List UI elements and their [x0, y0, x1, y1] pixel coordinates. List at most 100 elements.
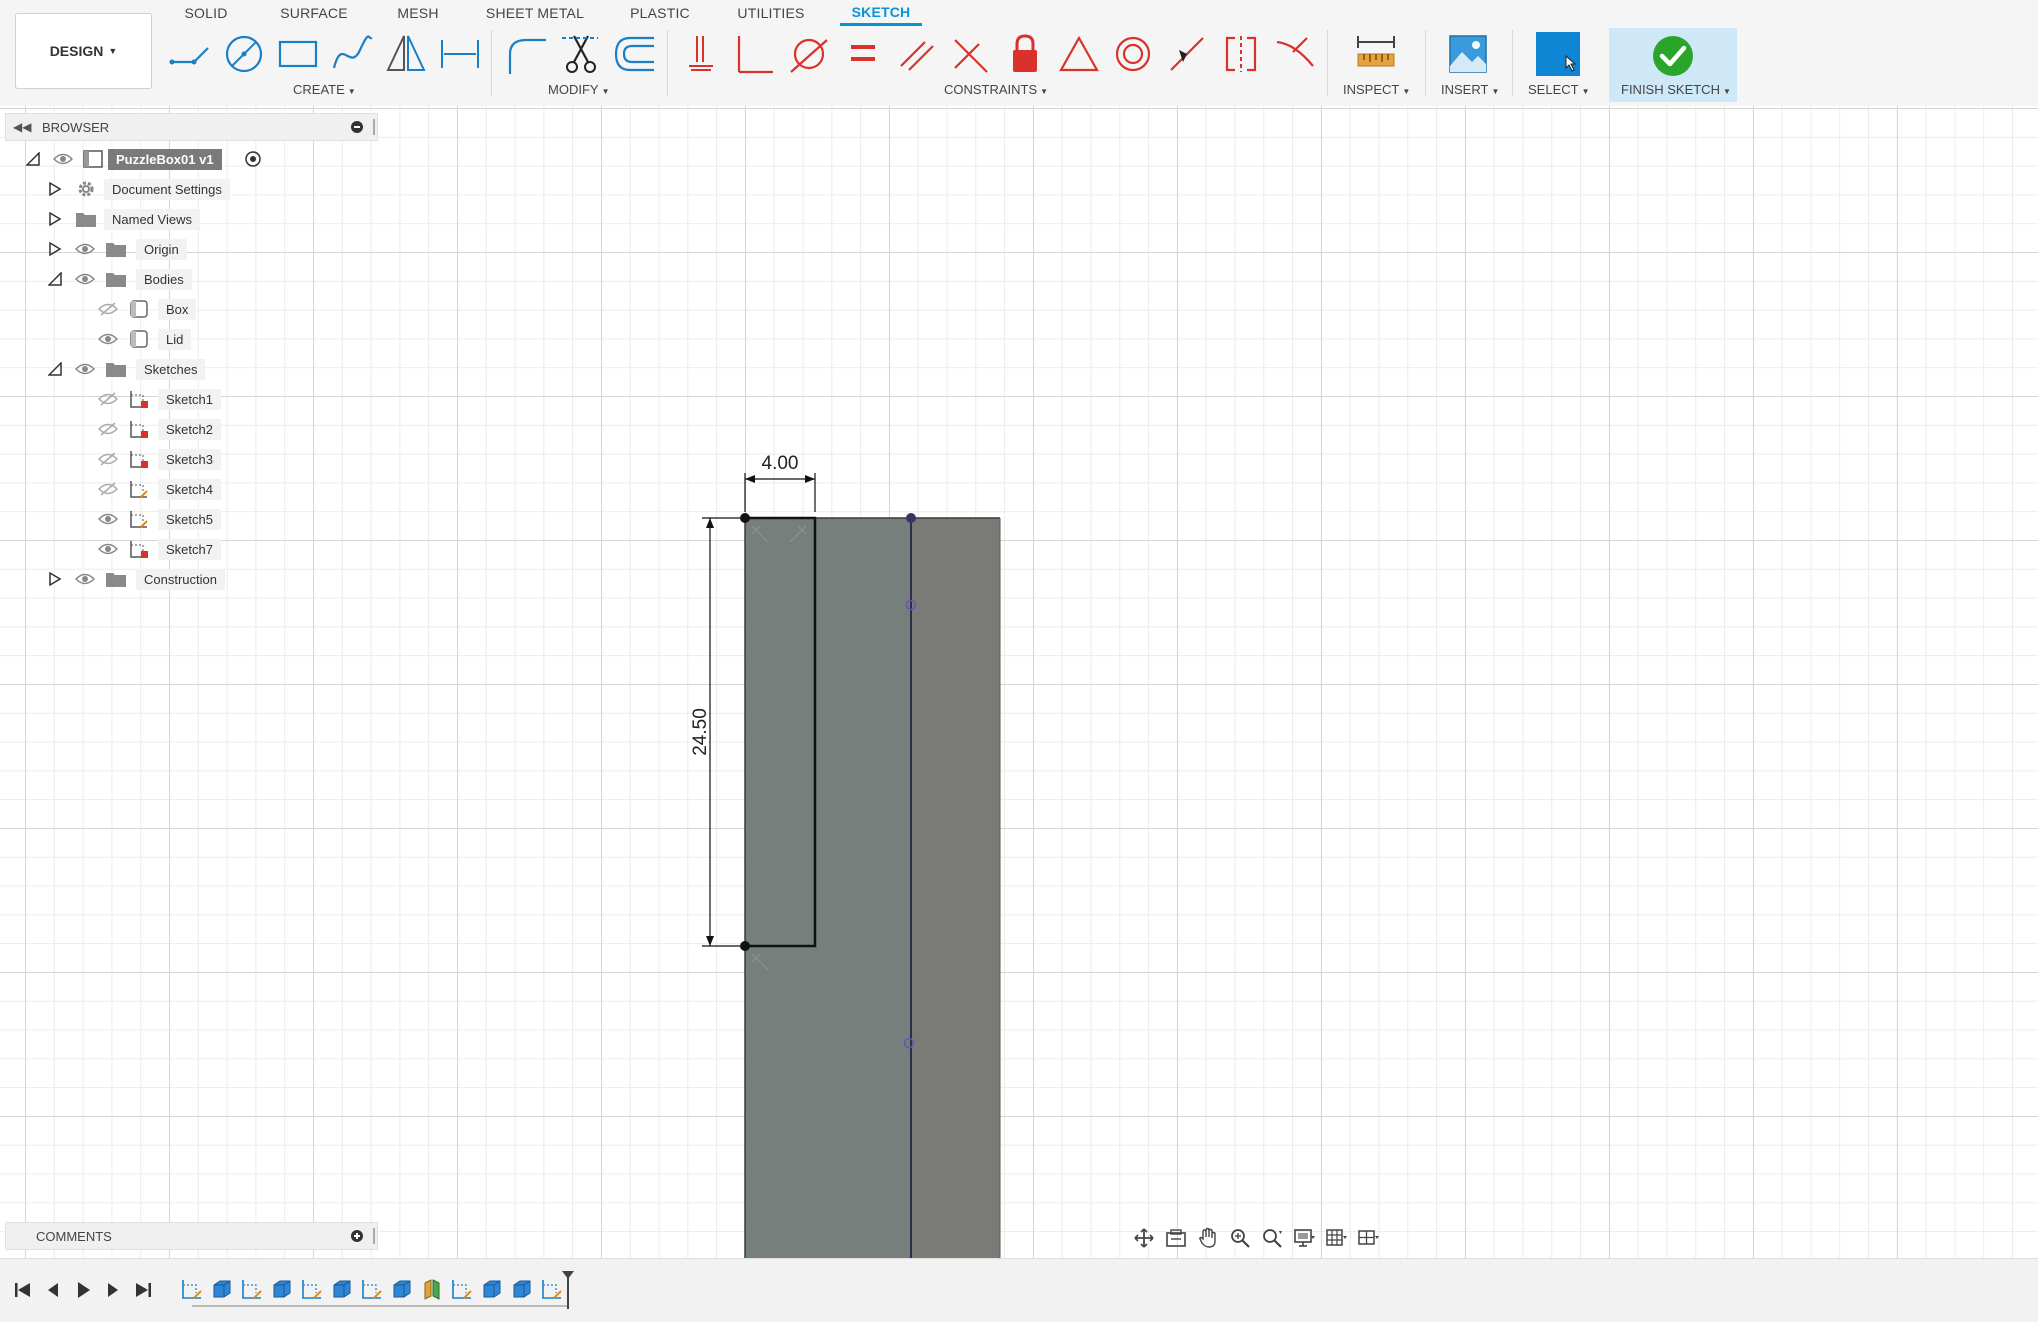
spline-icon[interactable]: [328, 30, 376, 78]
tree-node-document-settings[interactable]: Document Settings: [0, 175, 380, 203]
offset-icon[interactable]: [610, 30, 658, 78]
tree-node-sketch7[interactable]: Sketch7: [0, 535, 380, 563]
visibility-eye-icon[interactable]: [98, 332, 118, 346]
tree-node-sketch4[interactable]: Sketch4: [0, 475, 380, 503]
tree-node-sketches[interactable]: Sketches: [0, 355, 380, 383]
visibility-eye-icon[interactable]: [53, 152, 73, 166]
tree-node-sketch5[interactable]: Sketch5: [0, 505, 380, 533]
modify-menu[interactable]: MODIFY ▼: [548, 82, 609, 97]
expand-arrow-icon[interactable]: [48, 182, 62, 196]
panel-grip-handle[interactable]: [373, 1228, 375, 1244]
fix-icon[interactable]: [1001, 30, 1049, 78]
tree-node-root[interactable]: PuzzleBox01 v1: [0, 145, 380, 173]
tree-node-sketch1[interactable]: Sketch1: [0, 385, 380, 413]
expand-arrow-icon[interactable]: [48, 212, 62, 226]
height-dimension-value[interactable]: 24.50: [690, 708, 711, 756]
timeline-marker-handle[interactable]: [562, 1271, 574, 1309]
tab-solid[interactable]: SOLID: [176, 0, 236, 26]
triangle-icon[interactable]: [1055, 30, 1103, 78]
select-menu[interactable]: SELECT ▼: [1528, 82, 1590, 97]
tree-node-bodies[interactable]: Bodies: [0, 265, 380, 293]
orbit-button[interactable]: [1128, 1224, 1160, 1252]
visibility-eye-icon[interactable]: [75, 272, 95, 286]
curvature-icon[interactable]: [1271, 30, 1319, 78]
tree-node-box[interactable]: Box: [0, 295, 380, 323]
parallel-icon[interactable]: [893, 30, 941, 78]
insert-image-icon[interactable]: [1444, 30, 1492, 78]
tree-node-origin[interactable]: Origin: [0, 235, 380, 263]
visibility-eye-icon[interactable]: [98, 542, 118, 556]
timeline-sketch-icon[interactable]: [360, 1277, 384, 1301]
activate-radio-icon[interactable]: [242, 149, 264, 169]
midpoint-icon[interactable]: [1163, 30, 1211, 78]
sketch-point[interactable]: [740, 941, 750, 951]
display-settings-button[interactable]: [1288, 1224, 1320, 1252]
profile-face[interactable]: [745, 518, 911, 1258]
look-at-button[interactable]: [1160, 1224, 1192, 1252]
height-dimension[interactable]: 24.50: [690, 517, 740, 947]
width-dimension[interactable]: 4.00: [744, 453, 816, 512]
viewports-button[interactable]: [1352, 1224, 1384, 1252]
tab-plastic[interactable]: PLASTIC: [626, 0, 694, 26]
visibility-hidden-icon[interactable]: [98, 482, 118, 496]
sketch-dimension-icon[interactable]: [436, 30, 484, 78]
step-back-icon[interactable]: [42, 1279, 64, 1301]
fit-view-button[interactable]: [1256, 1224, 1288, 1252]
panel-grip-handle[interactable]: [373, 119, 375, 135]
visibility-hidden-icon[interactable]: [98, 302, 118, 316]
insert-menu[interactable]: INSERT ▼: [1441, 82, 1499, 97]
tangent-icon[interactable]: [785, 30, 833, 78]
circle-icon[interactable]: [220, 30, 268, 78]
equal-icon[interactable]: [839, 30, 887, 78]
tree-node-lid[interactable]: Lid: [0, 325, 380, 353]
trim-icon[interactable]: [556, 30, 604, 78]
collinear-icon[interactable]: [731, 30, 779, 78]
rectangle-icon[interactable]: [274, 30, 322, 78]
visibility-eye-icon[interactable]: [98, 512, 118, 526]
symmetry-icon[interactable]: [1217, 30, 1265, 78]
expand-arrow-icon[interactable]: [26, 152, 40, 166]
visibility-hidden-icon[interactable]: [98, 392, 118, 406]
sketch-point[interactable]: [906, 513, 916, 523]
concentric-icon[interactable]: [1109, 30, 1157, 78]
zoom-button[interactable]: [1224, 1224, 1256, 1252]
grid-settings-button[interactable]: [1320, 1224, 1352, 1252]
select-icon[interactable]: [1534, 30, 1582, 78]
add-comment-icon[interactable]: [351, 1230, 363, 1242]
tab-surface[interactable]: SURFACE: [276, 0, 352, 26]
timeline-extrude-icon[interactable]: [510, 1277, 534, 1301]
pan-button[interactable]: [1192, 1224, 1224, 1252]
tab-mesh[interactable]: MESH: [392, 0, 444, 26]
go-to-end-icon[interactable]: [132, 1279, 154, 1301]
workspace-switcher[interactable]: DESIGN ▼: [15, 13, 152, 89]
timeline-extrude-icon[interactable]: [330, 1277, 354, 1301]
timeline-extrude-icon[interactable]: [270, 1277, 294, 1301]
fillet-icon[interactable]: [502, 30, 550, 78]
timeline-extrude-icon[interactable]: [210, 1277, 234, 1301]
create-menu[interactable]: CREATE ▼: [293, 82, 356, 97]
mirror-icon[interactable]: [382, 30, 430, 78]
width-dimension-value[interactable]: 4.00: [762, 453, 799, 474]
timeline-sketch-icon[interactable]: [450, 1277, 474, 1301]
expand-arrow-icon[interactable]: [48, 242, 62, 256]
visibility-hidden-icon[interactable]: [98, 452, 118, 466]
inspect-menu[interactable]: INSPECT ▼: [1343, 82, 1410, 97]
line-icon[interactable]: [166, 30, 214, 78]
timeline-sketch-icon[interactable]: [180, 1277, 204, 1301]
body-face[interactable]: [911, 518, 1000, 1258]
tab-utilities[interactable]: UTILITIES: [734, 0, 808, 26]
tree-node-named-views[interactable]: Named Views: [0, 205, 380, 233]
collapse-arrow-icon[interactable]: [48, 362, 62, 376]
minimize-icon[interactable]: [351, 121, 363, 133]
collapse-panel-icon[interactable]: ◀◀: [13, 120, 33, 134]
timeline-sketch-icon[interactable]: [540, 1277, 564, 1301]
tab-sketch[interactable]: SKETCH: [840, 0, 922, 26]
tree-node-construction[interactable]: Construction: [0, 565, 380, 593]
tree-node-sketch2[interactable]: Sketch2: [0, 415, 380, 443]
timeline-extrude-icon[interactable]: [480, 1277, 504, 1301]
perpendicular-icon[interactable]: [947, 30, 995, 78]
expand-arrow-icon[interactable]: [48, 572, 62, 586]
visibility-eye-icon[interactable]: [75, 572, 95, 586]
timeline-sketch-icon[interactable]: [300, 1277, 324, 1301]
coincident-icon[interactable]: [677, 30, 725, 78]
